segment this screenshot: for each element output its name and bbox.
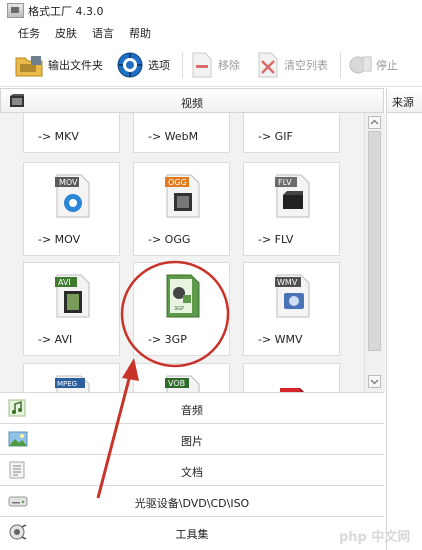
folder-icon (15, 56, 43, 77)
format-tile-mkv[interactable]: -> MKV (23, 113, 120, 153)
chevron-down-icon (370, 379, 379, 385)
remove-button[interactable]: 移除 (190, 50, 240, 80)
svg-text:FLV: FLV (278, 178, 292, 187)
mpeg-file-icon: MPEG (55, 375, 90, 392)
menu-skin[interactable]: 皮肤 (55, 25, 77, 41)
stop-icon (349, 56, 372, 74)
vob-file-icon: VOB (165, 375, 200, 392)
clear-list-button[interactable]: 清空列表 (256, 50, 328, 80)
scroll-thumb[interactable] (368, 131, 381, 351)
options-button[interactable]: 选项 (116, 50, 170, 80)
output-folder-button[interactable]: 输出文件夹 (14, 50, 103, 80)
format-tile-mpeg[interactable]: MPEG (23, 363, 120, 392)
toolbar-separator (182, 52, 183, 78)
category-document[interactable]: 文档 (0, 454, 384, 485)
chevron-up-icon (370, 119, 379, 125)
scroll-up-button[interactable] (368, 116, 381, 129)
menu-language[interactable]: 语言 (92, 25, 114, 41)
red-file-icon (280, 388, 304, 392)
app-icon (7, 3, 24, 18)
toolbar: 输出文件夹 选项 移除 清空列表 停止 (0, 44, 422, 87)
stop-button[interactable]: 停止 (348, 50, 398, 80)
avi-file-icon: AVI (55, 274, 90, 318)
ogg-file-icon: OGG (165, 174, 200, 218)
svg-text:VOB: VOB (168, 379, 185, 388)
svg-text:OGG: OGG (168, 178, 187, 187)
options-gear-icon (117, 52, 143, 78)
category-toolbox[interactable]: 工具集 (0, 516, 384, 550)
menu-bar: 任务 皮肤 语言 帮助 (0, 22, 422, 42)
3gp-file-icon: 3GP (166, 274, 200, 318)
category-image[interactable]: 图片 (0, 423, 384, 454)
format-tile-mov[interactable]: MOV -> MOV (23, 162, 120, 256)
format-tile-flv[interactable]: FLV -> FLV (243, 162, 340, 256)
mov-file-icon: MOV (55, 174, 90, 218)
format-tile-ogg[interactable]: OGG -> OGG (133, 162, 230, 256)
scroll-down-button[interactable] (368, 375, 381, 388)
format-tile-wmv[interactable]: WMV -> WMV (243, 262, 340, 356)
source-column-header[interactable]: 来源 (387, 88, 422, 113)
format-grid-scrollbar[interactable] (364, 113, 385, 392)
menu-task[interactable]: 任务 (18, 25, 40, 41)
remove-icon (192, 52, 212, 78)
wmv-file-icon: WMV (275, 274, 310, 318)
category-audio[interactable]: 音频 (0, 392, 384, 423)
format-tile-vob[interactable]: VOB (133, 363, 230, 392)
task-list-pane: 来源 (386, 88, 422, 550)
format-tile-avi[interactable]: AVI -> AVI (23, 262, 120, 356)
format-tile-gif[interactable]: -> GIF (243, 113, 340, 153)
flv-file-icon: FLV (275, 174, 310, 218)
format-tile-3gp[interactable]: 3GP -> 3GP (133, 262, 230, 356)
svg-text:3GP: 3GP (174, 306, 184, 312)
svg-text:MPEG: MPEG (57, 380, 77, 388)
format-tile-other[interactable] (243, 363, 340, 392)
toolbar-separator (340, 52, 341, 78)
category-label: 视频 (181, 97, 203, 110)
format-grid: -> MKV -> WebM -> GIF MOV -> MOV OGG -> … (0, 113, 364, 392)
category-disc-device[interactable]: 光驱设备\DVD\CD\ISO (0, 485, 384, 516)
clear-list-icon (258, 52, 278, 78)
svg-text:AVI: AVI (58, 278, 71, 287)
title-bar: 格式工厂 4.3.0 (0, 0, 422, 20)
video-category-header[interactable]: 视频 (0, 88, 384, 113)
format-tile-webm[interactable]: -> WebM (133, 113, 230, 153)
window-title: 格式工厂 4.3.0 (28, 5, 104, 18)
watermark: php 中文网 (339, 530, 411, 545)
menu-help[interactable]: 帮助 (129, 25, 151, 41)
svg-text:WMV: WMV (277, 278, 298, 287)
svg-text:MOV: MOV (59, 178, 78, 187)
